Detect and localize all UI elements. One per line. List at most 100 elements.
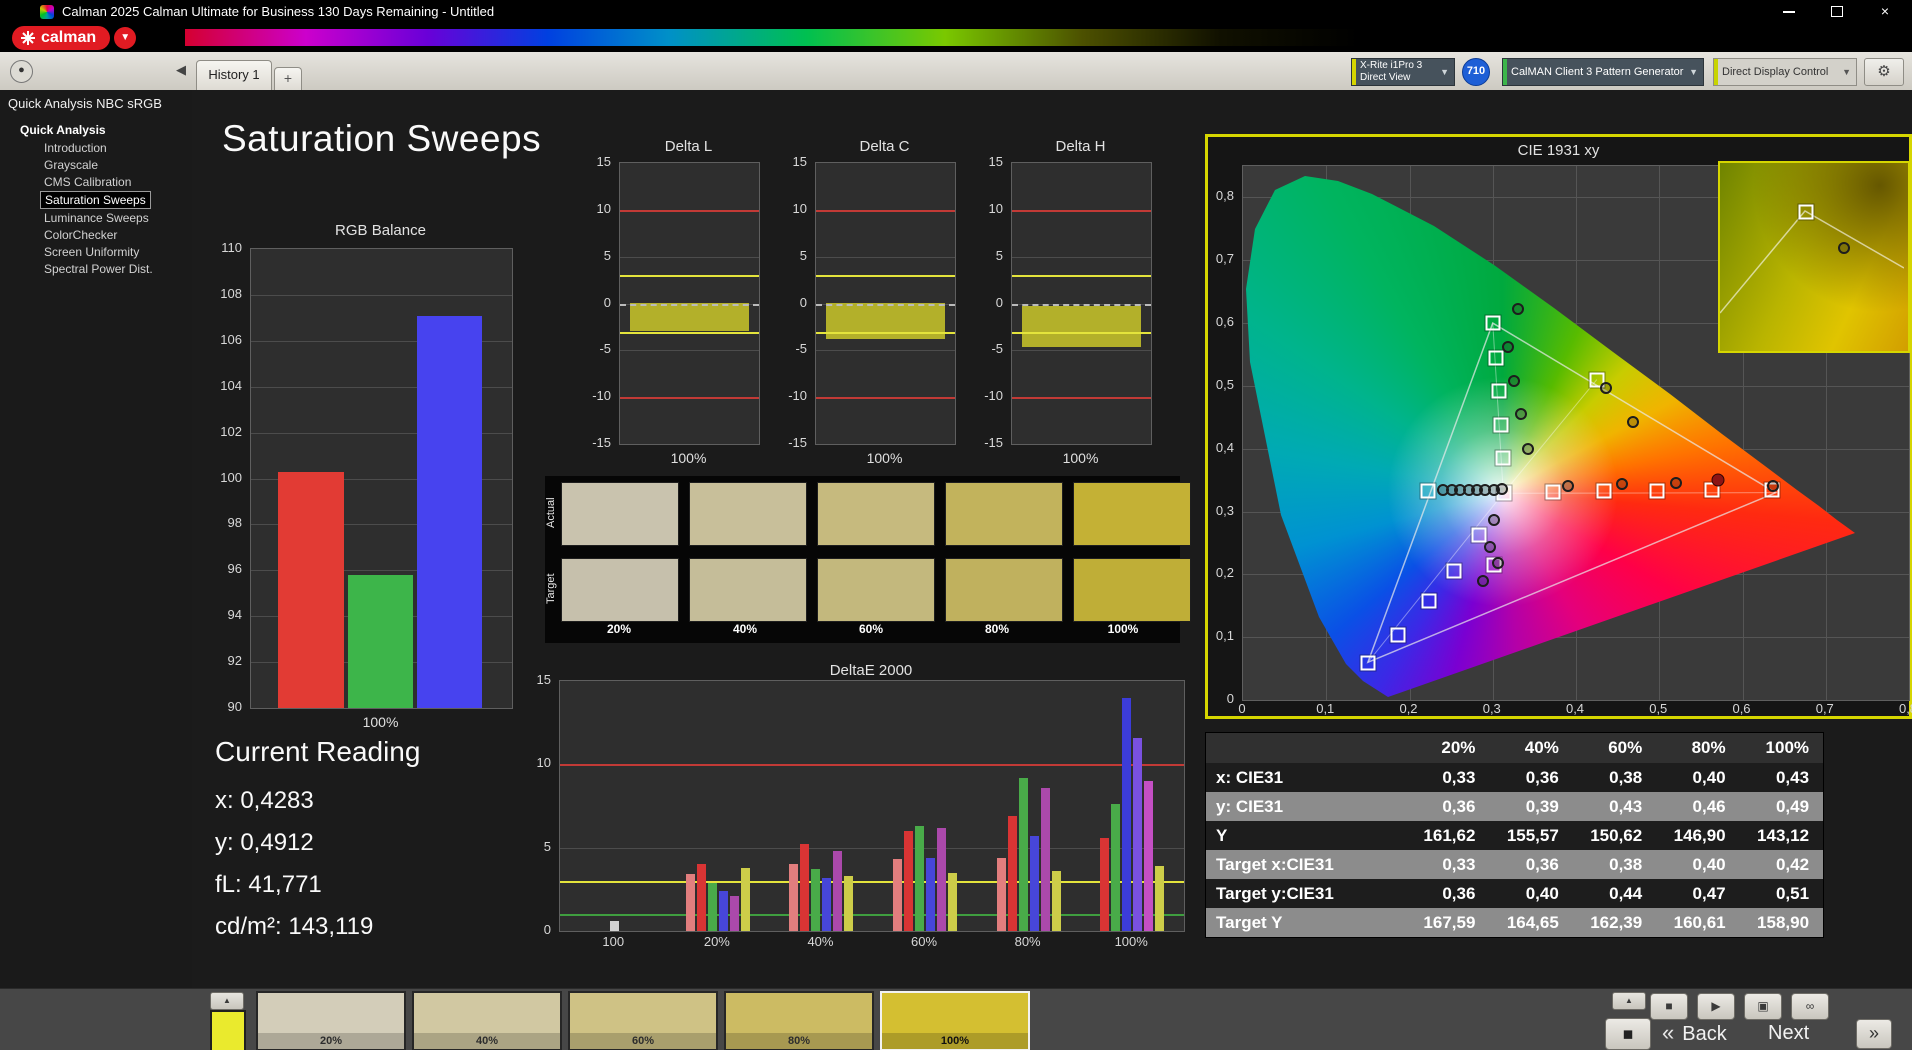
delta-h-chart: Delta H -15 -10 -5 0 5 10 15 100% [977,136,1152,481]
close-button[interactable]: × [1868,0,1902,24]
cie-measured-marker [1521,442,1534,455]
rgb-balance-y-axis: 90 92 94 96 98 100 102 104 106 108 110 [220,240,242,714]
deltae-bar [707,882,717,931]
add-tab-button[interactable]: + [274,67,302,90]
maximize-button[interactable] [1820,0,1854,24]
swatch-label: 60% [858,622,884,636]
sidebar-item-screen-uniformity[interactable]: Screen Uniformity [40,244,143,260]
cie-target-marker [1649,483,1665,499]
settings-gear-button[interactable]: ⚙ [1864,58,1904,86]
cie-measured-marker [1669,476,1682,489]
table-value: 150,62 [1590,825,1643,845]
cie-measured-marker [1501,340,1514,353]
rgb-balance-title: RGB Balance [335,222,426,239]
back-button[interactable]: « Back [1662,1019,1727,1047]
table-value: 0,36 [1525,854,1559,874]
delta-c-x-label: 100% [866,450,903,466]
loop-button[interactable]: ∞ [1791,993,1829,1020]
sidebar-item-saturation-sweeps[interactable]: Saturation Sweeps [40,191,151,209]
table-value: 0,33 [1442,854,1476,874]
reading-value: cd/m²: 143,119 [215,913,374,940]
sidebar-collapse-icon[interactable]: ◀ [176,62,186,78]
tab-history-1[interactable]: History 1 [196,60,272,90]
cie-measured-marker [1615,477,1628,490]
rgb-bar-red [278,471,344,708]
target-swatch-20% [561,558,679,622]
limit-line [816,303,955,306]
cie-measured-marker [1495,482,1508,495]
deltae-bar [696,864,706,931]
sidebar-item-luminance-sweeps[interactable]: Luminance Sweeps [40,210,153,226]
sidebar-item-cms-calibration[interactable]: CMS Calibration [40,174,135,190]
limit-line [560,764,1184,767]
actual-swatch-40% [689,482,807,546]
pattern-button-80%[interactable]: 80% [724,991,874,1050]
inset-triangle-lines [1719,210,1905,314]
swatch-label: 80% [984,622,1010,636]
cie-measured-marker [1515,408,1528,421]
next-button[interactable]: Next [1768,1019,1809,1047]
meter-name: X-Rite i1Pro 3 [1360,60,1423,71]
display-control-dropdown[interactable]: Direct Display Control ▼ [1713,58,1857,86]
deltae-category-label: 20% [703,934,730,949]
rgb-balance-x-label: 100% [362,714,399,730]
deltae-bar [789,864,799,931]
next-chevron-button[interactable]: » [1856,1019,1892,1049]
table-row-target-y: Target Y 167,59 164,65 162,39 160,61 158,90 [1206,908,1823,937]
limit-line [816,275,955,278]
next-label: Next [1768,1022,1810,1044]
actual-swatch-80% [945,482,1063,546]
cie-y-tick: 0,4 [1215,439,1234,455]
sidebar-item-introduction[interactable]: Introduction [40,140,111,156]
deltae-category-label: 40% [807,934,834,949]
cie-target-marker [1488,350,1504,366]
deltae-category-label: 60% [911,934,938,949]
deltae-bar [740,867,750,931]
deltae-category-label: 100 [602,934,625,949]
sidebar-item-spectral-power-dist[interactable]: Spectral Power Dist. [40,261,157,277]
pattern-button-60%[interactable]: 60% [568,991,718,1050]
table-value: 0,42 [1775,854,1810,874]
panel-collapse-button[interactable]: ● [10,60,33,83]
current-reading-title: Current Reading [215,736,421,767]
actual-swatch-row [561,482,1191,546]
table-row-target-y-cie31: Target y:CIE31 0,36 0,40 0,44 0,47 0,51 [1206,879,1823,908]
chevron-down-icon: ▼ [1689,67,1698,77]
table-value: 0,40 [1525,883,1559,903]
limit-line [620,397,759,400]
cie-x-axis: 0 0,1 0,2 0,3 0,4 0,5 0,6 0,7 0,8 [1238,701,1912,717]
cie-title: CIE 1931 xy [1517,142,1600,159]
pattern-label: 100% [882,1033,1028,1049]
limit-line [816,397,955,400]
pattern-window-button[interactable]: ◼ [1605,1018,1651,1050]
logo-dropdown-icon[interactable]: ▼ [114,27,137,49]
cie-measured-marker [1599,381,1612,394]
save-button[interactable]: ▣ [1744,993,1782,1020]
delta-l-plot [619,162,760,445]
cie-x-tick: 0,8 [1898,701,1912,716]
pattern-button-100%[interactable]: 100% [880,991,1030,1050]
target-swatch-40% [689,558,807,622]
current-reading: Current Reading x: 0,4283 y: 0,4912 fL: 41… [215,736,420,948]
table-value: 0,51 [1775,883,1810,903]
sidebar-item-grayscale[interactable]: Grayscale [40,157,102,173]
minimize-button[interactable] [1772,0,1806,24]
pattern-button-40%[interactable]: 40% [412,991,562,1050]
app-icon [40,5,54,19]
sidebar-root-node[interactable]: Quick Analysis [0,121,192,139]
collapse-right-button[interactable]: ▲ [1612,992,1646,1010]
actual-swatch-20% [561,482,679,546]
cie-current-marker [1711,473,1725,487]
stop-button[interactable]: ■ [1650,993,1688,1020]
active-pattern-swatch[interactable] [210,1010,246,1050]
play-button[interactable]: ▶ [1697,993,1735,1020]
table-value: 155,57 [1506,825,1559,845]
pattern-button-20%[interactable]: 20% [256,991,406,1050]
actual-swatch-60% [817,482,935,546]
meter-dropdown[interactable]: X-Rite i1Pro 3 Direct View ▼ [1351,58,1455,86]
collapse-left-button[interactable]: ▲ [210,992,244,1010]
pattern-source-dropdown[interactable]: CalMAN Client 3 Pattern Generator ▼ [1502,58,1704,86]
calman-logo[interactable]: calman ▼ [12,26,137,50]
sidebar-item-colorchecker[interactable]: ColorChecker [40,227,121,243]
meter-status-badge[interactable]: 710 [1462,58,1490,86]
